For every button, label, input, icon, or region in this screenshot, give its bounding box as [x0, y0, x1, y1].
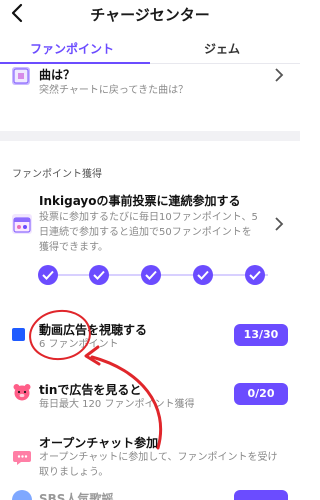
annotation-arrow	[90, 355, 163, 450]
annotation-overlay	[29, 309, 163, 450]
annotation-circle	[29, 309, 91, 361]
annotation-arrowhead	[84, 345, 101, 366]
